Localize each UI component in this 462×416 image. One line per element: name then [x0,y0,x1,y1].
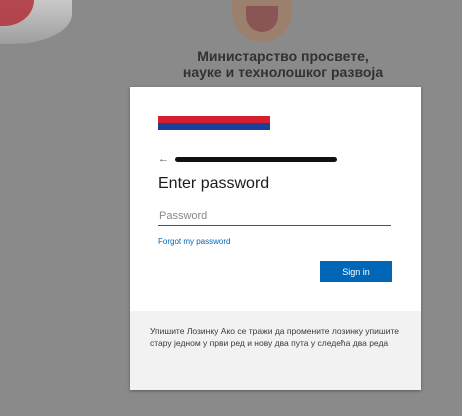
back-arrow-icon[interactable]: ← [158,153,169,165]
ministry-title-line1: Министарство просвете, [197,48,369,64]
ministry-title-line2: науке и технолошког развоја [182,64,384,80]
password-field[interactable] [158,207,391,226]
flag-logo [158,116,270,137]
account-identity: ← [158,153,378,165]
ministry-title: Министарство просвете, науке и технолошк… [158,48,408,80]
background-graphic-red [0,0,34,26]
login-card: ← Enter password Forgot my password Sign… [130,87,421,390]
background-graphic [0,0,72,44]
flag-stripe-red [158,116,270,123]
page-title: Enter password [158,175,270,192]
coat-of-arms-emblem [232,0,292,42]
forgot-password-link[interactable]: Forgot my password [158,237,230,246]
password-help-note: Упишите Лозинку Ако се тражи да променит… [130,311,421,390]
sign-in-button[interactable]: Sign in [320,261,392,282]
password-help-text: Упишите Лозинку Ако се тражи да променит… [150,326,400,348]
flag-stripe-blue [158,123,270,130]
redacted-account-name [175,156,337,162]
flag-stripe-white [158,130,270,137]
